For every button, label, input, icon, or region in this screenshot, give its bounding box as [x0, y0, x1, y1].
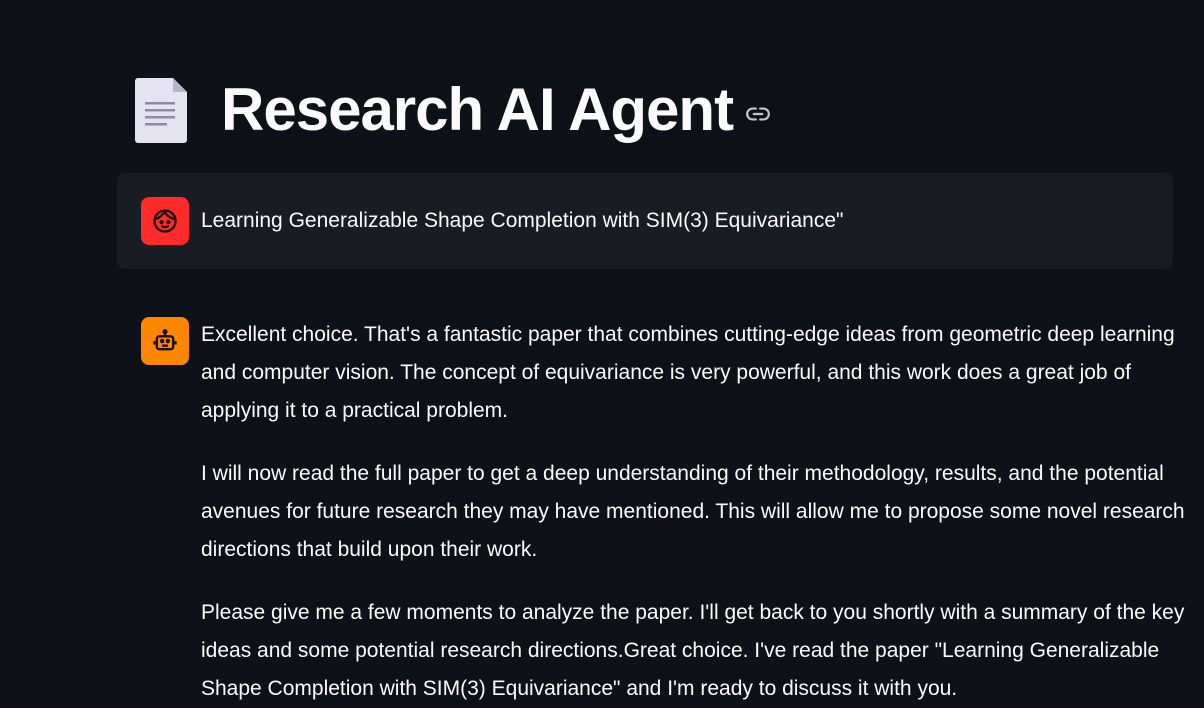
- user-message-text: Learning Generalizable Shape Completion …: [201, 209, 844, 232]
- user-avatar: [141, 197, 189, 245]
- assistant-paragraph: I will now read the full paper to get a …: [201, 462, 1185, 561]
- user-message: Learning Generalizable Shape Completion …: [117, 173, 1173, 269]
- page-header: Research AI Agent: [133, 72, 771, 148]
- document-icon: [135, 78, 187, 143]
- robot-icon: [153, 329, 177, 351]
- assistant-message: Excellent choice. That's a fantastic pap…: [201, 316, 1186, 708]
- assistant-avatar: [141, 317, 189, 365]
- chat-page: Research AI Agent Learning Generalizable…: [0, 0, 1204, 708]
- assistant-paragraph: Please give me a few moments to analyze …: [201, 601, 1185, 700]
- link-icon[interactable]: [745, 101, 771, 127]
- assistant-paragraph: Excellent choice. That's a fantastic pap…: [201, 323, 1175, 422]
- user-face-icon: [153, 209, 177, 233]
- page-title: Research AI Agent: [221, 76, 734, 143]
